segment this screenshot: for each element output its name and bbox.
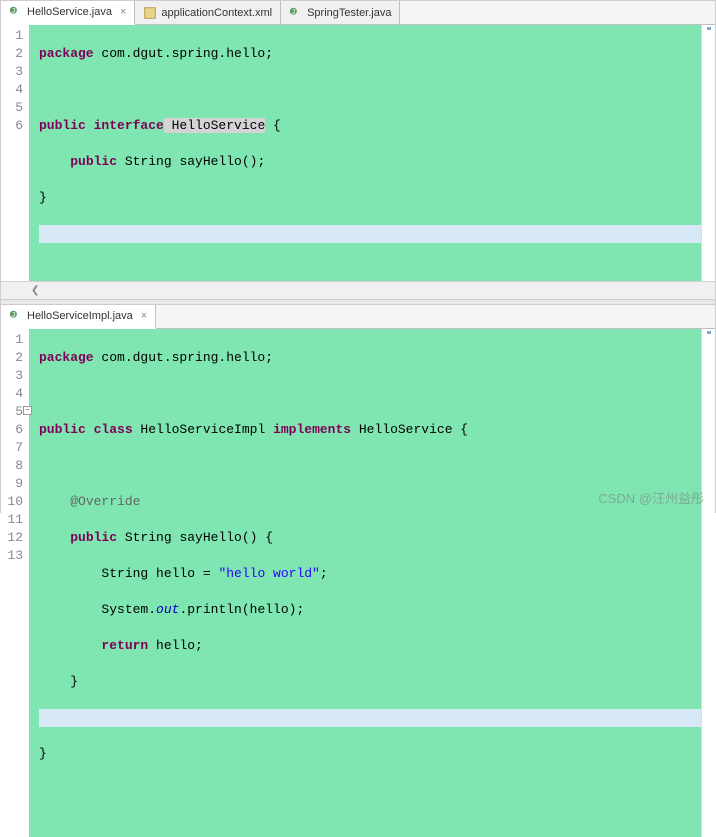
gutter: 1 2 3 4 5 6 xyxy=(1,25,29,281)
java-file-icon: J xyxy=(9,5,23,19)
tab-bar-bottom: J HelloServiceImpl.java × xyxy=(1,305,715,329)
xml-file-icon xyxy=(143,6,157,20)
overview-ruler xyxy=(701,25,715,281)
close-icon[interactable]: × xyxy=(141,310,147,322)
close-icon[interactable]: × xyxy=(120,6,126,18)
svg-text:J: J xyxy=(11,8,15,16)
scroll-left-icon[interactable]: ❮ xyxy=(31,285,39,297)
fold-toggle-icon[interactable]: − xyxy=(23,406,32,415)
horizontal-scrollbar[interactable]: ❮ xyxy=(1,281,715,299)
java-file-icon: J xyxy=(9,309,23,323)
overview-ruler xyxy=(701,329,715,837)
editor-pane-bottom: J HelloServiceImpl.java × 1 2 3 4 5− 6 7… xyxy=(1,305,715,837)
code-content[interactable]: package com.dgut.spring.hello; public cl… xyxy=(29,329,701,837)
tab-helloservice[interactable]: J HelloService.java × xyxy=(1,1,135,25)
svg-text:J: J xyxy=(11,312,15,320)
code-content[interactable]: package com.dgut.spring.hello; public in… xyxy=(29,25,701,281)
code-area-top[interactable]: 1 2 3 4 5 6 package com.dgut.spring.hell… xyxy=(1,25,701,281)
code-area-bottom[interactable]: 1 2 3 4 5− 6 7 8 9 10 11 12 13 package c… xyxy=(1,329,701,837)
gutter: 1 2 3 4 5− 6 7 8 9 10 11 12 13 xyxy=(1,329,29,837)
tab-label: applicationContext.xml xyxy=(161,7,272,19)
tab-label: HelloService.java xyxy=(27,6,112,18)
tab-helloserviceimpl[interactable]: J HelloServiceImpl.java × xyxy=(1,305,156,329)
tab-label: SpringTester.java xyxy=(307,7,391,19)
editor-pane-top: J HelloService.java × applicationContext… xyxy=(1,1,715,299)
svg-text:J: J xyxy=(291,8,295,16)
tab-bar-top: J HelloService.java × applicationContext… xyxy=(1,1,715,25)
tab-applicationcontext[interactable]: applicationContext.xml xyxy=(135,1,281,24)
java-file-icon: J xyxy=(289,6,303,20)
tab-springtester[interactable]: J SpringTester.java xyxy=(281,1,400,24)
tab-label: HelloServiceImpl.java xyxy=(27,310,133,322)
